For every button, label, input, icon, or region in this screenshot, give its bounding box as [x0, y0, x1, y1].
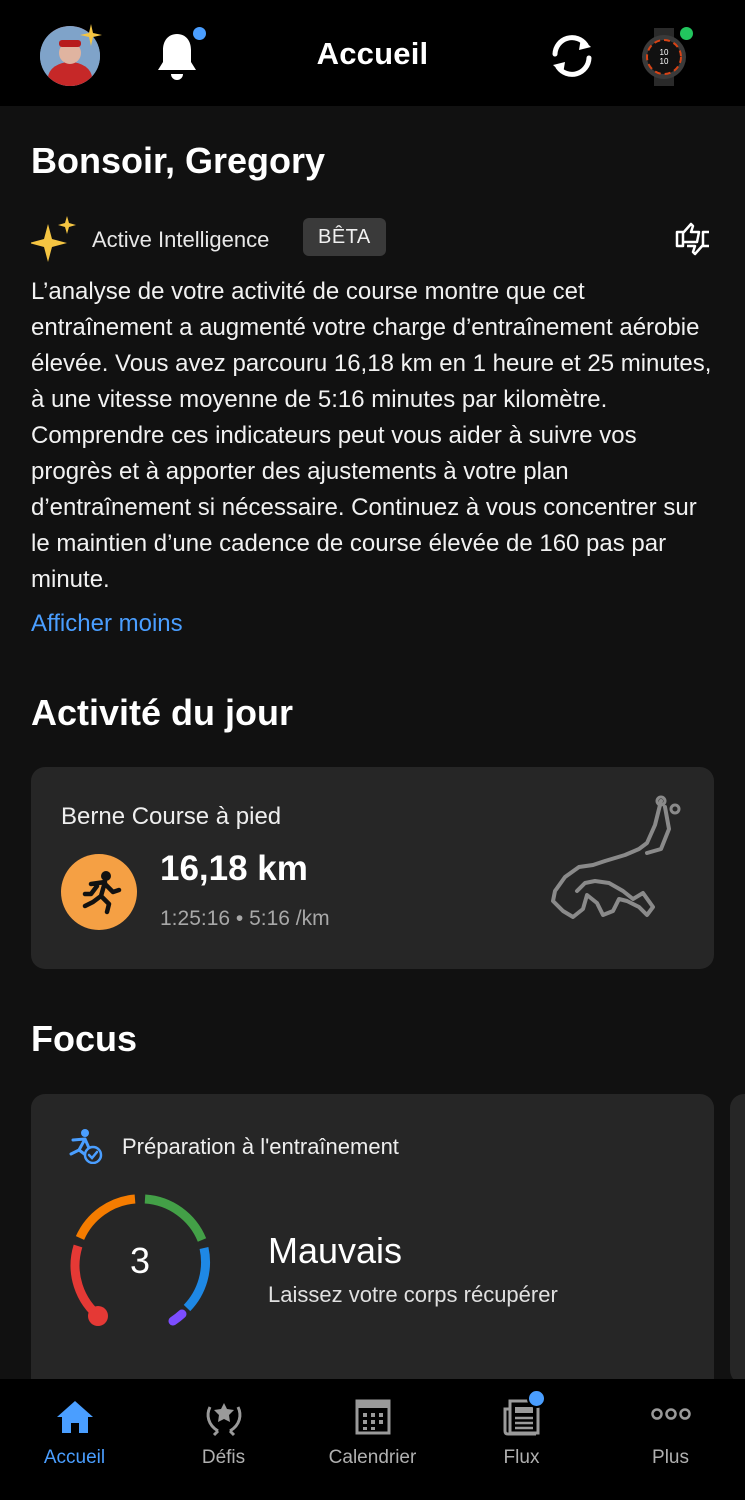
tab-label: Plus: [652, 1447, 689, 1468]
svg-text:10: 10: [660, 48, 669, 57]
device-status-badge: [680, 27, 693, 40]
readiness-status: Mauvais: [268, 1230, 403, 1271]
focus-card-label: Préparation à l'entraînement: [122, 1134, 399, 1159]
ai-summary: L’analyse de votre activité de course mo…: [31, 278, 712, 593]
tab-flux[interactable]: Flux: [447, 1379, 596, 1500]
home-icon: [56, 1401, 93, 1433]
training-readiness-icon: [69, 1129, 103, 1164]
ai-header: Active Intelligence BÊTA: [31, 214, 721, 262]
readiness-score: 3: [129, 1240, 151, 1281]
tab-calendrier[interactable]: Calendrier: [298, 1379, 447, 1500]
route-map: [551, 795, 681, 919]
beta-badge: BÊTA: [303, 218, 386, 256]
laurel-trophy-icon: [206, 1403, 241, 1437]
tab-label: Défis: [201, 1447, 246, 1468]
thumbs-feedback-icon[interactable]: [673, 220, 713, 258]
sync-icon[interactable]: [547, 32, 597, 80]
bottom-tab-bar: Accueil Défis Calendrier Flux Plus: [0, 1379, 745, 1500]
running-icon: [61, 854, 137, 930]
greeting: Bonsoir, Gregory: [31, 140, 326, 181]
ai-label: Active Intelligence: [92, 227, 270, 252]
show-less-link[interactable]: Afficher moins: [31, 610, 183, 638]
activity-card[interactable]: Berne Course à pied 16,18 km 1:25:16 • 5…: [31, 767, 714, 969]
svg-text:10: 10: [660, 57, 669, 66]
readiness-advice: Laissez votre corps récupérer: [268, 1282, 558, 1307]
top-bar: Accueil 10 10: [0, 0, 745, 106]
tab-accueil[interactable]: Accueil: [0, 1379, 149, 1500]
tab-label: Calendrier: [328, 1447, 417, 1468]
focus-section-title: Focus: [31, 1018, 138, 1059]
page-title: Accueil: [316, 36, 429, 71]
activity-name: Berne Course à pied: [61, 803, 282, 830]
activity-section-title: Activité du jour: [31, 692, 294, 733]
notification-badge: [527, 1389, 546, 1408]
activity-meta: 1:25:16 • 5:16 /km: [160, 907, 330, 930]
next-focus-card[interactable]: [730, 1094, 745, 1384]
tab-label: Accueil: [43, 1447, 106, 1468]
training-readiness-card[interactable]: Préparation à l'entraînement 3 Mauvais L…: [31, 1094, 714, 1394]
more-dots-icon: [650, 1408, 691, 1420]
calendar-icon: [355, 1399, 390, 1435]
tab-defis[interactable]: Défis: [149, 1379, 298, 1500]
activity-distance: 16,18 km: [160, 849, 308, 888]
tab-plus[interactable]: Plus: [596, 1379, 745, 1500]
sparkle-icon: [31, 216, 76, 262]
tab-label: Flux: [503, 1447, 540, 1468]
